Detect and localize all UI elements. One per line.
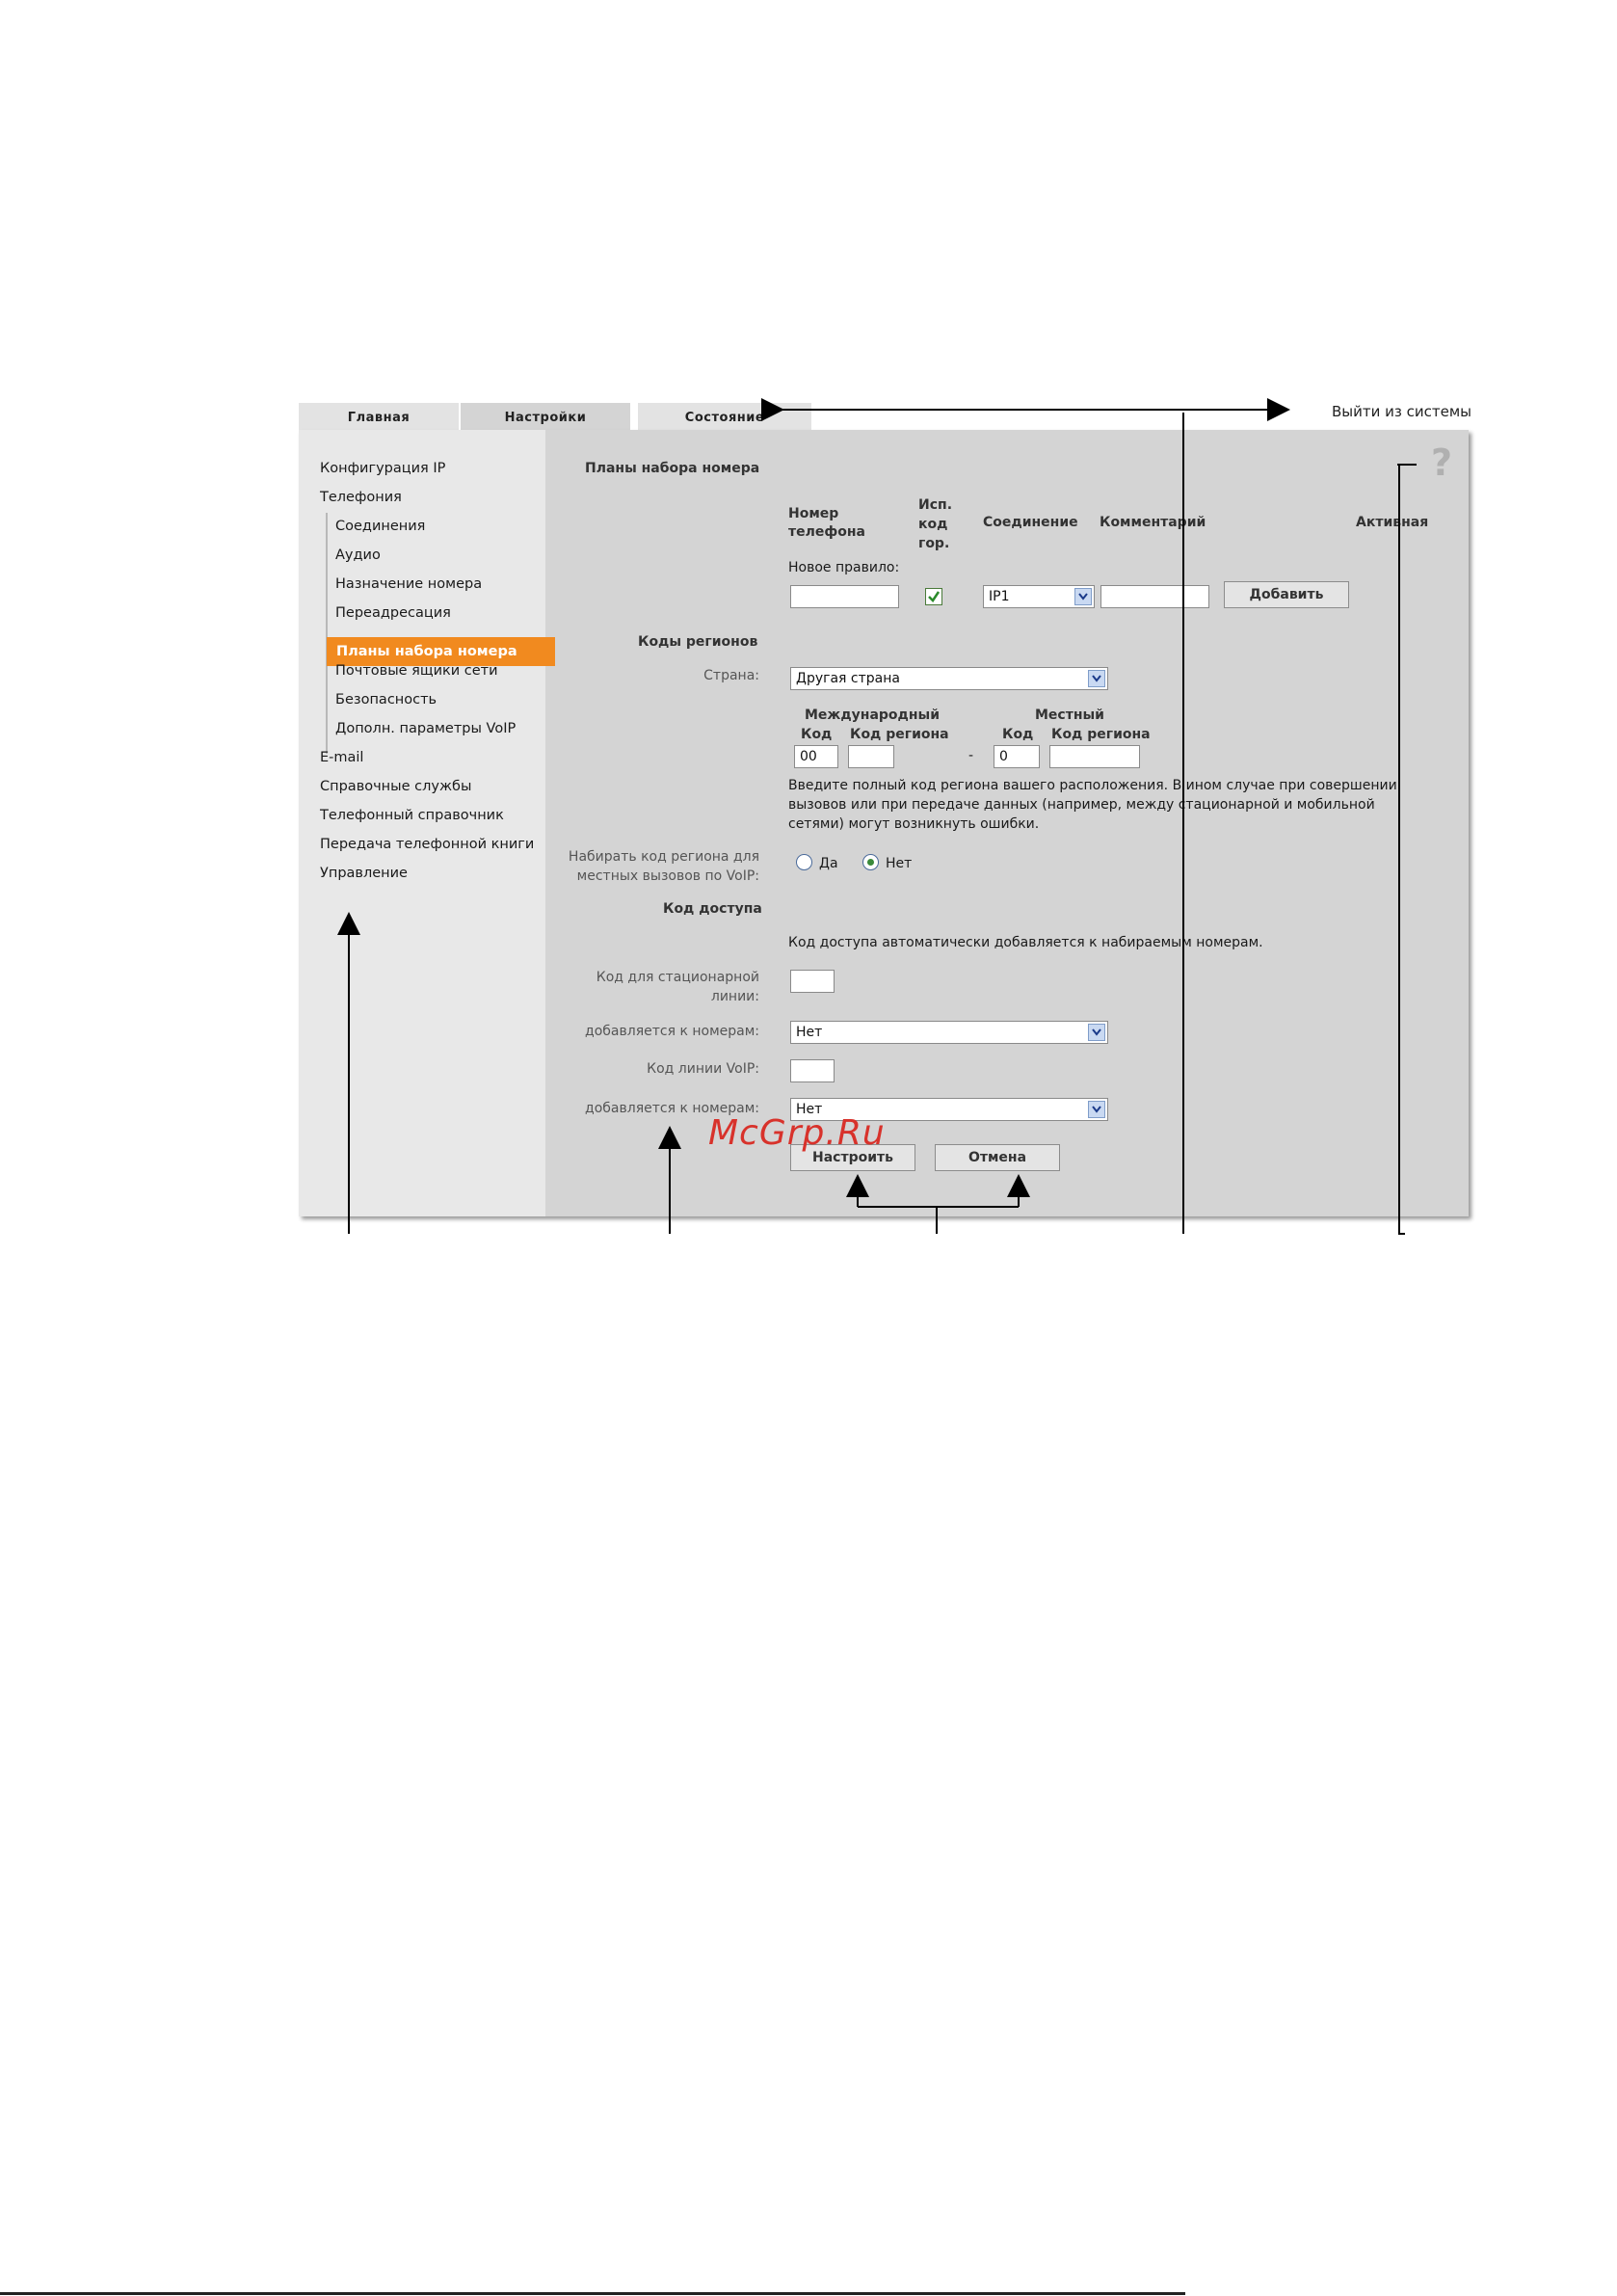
page-bottom-rule xyxy=(0,2292,1185,2295)
help-callout-bracket xyxy=(1397,464,1417,1235)
callout-lines xyxy=(337,398,1417,1235)
